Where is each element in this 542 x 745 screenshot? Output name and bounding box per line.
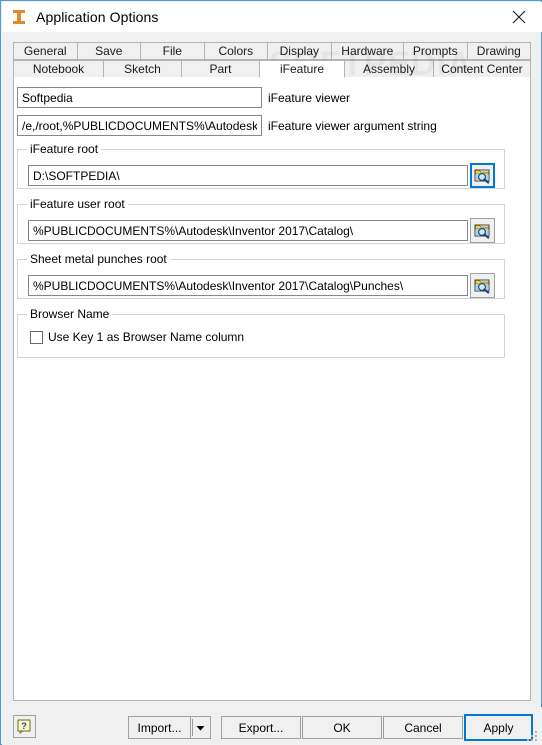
group-ifeature-root: iFeature root [17, 142, 505, 189]
group-ifeature-root-title: iFeature root [27, 142, 102, 156]
tab-label: Notebook [32, 62, 85, 76]
group-ifeature-user-root-title: iFeature user root [27, 197, 128, 211]
ifeature-viewer-argument-string-label: iFeature viewer argument string [268, 119, 437, 133]
svg-text:?: ? [21, 721, 27, 731]
tab-strip: General Save File Colors Display Hardware Prom… [13, 42, 532, 78]
tab-file[interactable]: File [140, 42, 204, 60]
browse-folder-search-icon[interactable] [470, 218, 495, 243]
group-browser-name-title: Browser Name [27, 307, 113, 321]
tab-label: Sketch [124, 62, 161, 76]
ifeature-root-path-input[interactable] [28, 165, 468, 186]
tab-label: Display [279, 44, 319, 58]
tab-colors[interactable]: Colors [203, 42, 268, 60]
tab-label: Hardware [341, 44, 394, 58]
sheet-metal-punches-root-path-input[interactable] [28, 275, 468, 296]
tab-sketch[interactable]: Sketch [103, 60, 181, 78]
ok-button[interactable]: OK [302, 716, 382, 739]
tab-label: Content Center [441, 62, 523, 76]
tab-label: File [162, 44, 182, 58]
tab-label: Assembly [362, 62, 415, 76]
inventor-i-icon [11, 9, 27, 25]
group-sheet-metal-punches-root-title: Sheet metal punches root [27, 252, 170, 266]
tab-row-1: General Save File Colors Display Hardware Prom… [13, 42, 532, 60]
import-button[interactable]: Import... [128, 716, 190, 739]
window-title: Application Options [36, 9, 159, 25]
checkbox-box[interactable] [30, 330, 43, 344]
browse-folder-search-icon[interactable] [470, 163, 495, 188]
help-icon[interactable]: ? [13, 715, 36, 738]
tab-label: iFeature [279, 62, 325, 76]
tab-notebook[interactable]: Notebook [13, 60, 103, 78]
tab-label: General [23, 44, 67, 58]
apply-button[interactable]: Apply [464, 714, 533, 741]
title-bar: Application Options [2, 2, 542, 32]
tab-label: Save [95, 44, 123, 58]
application-options-dialog: Application Options General Save File Color… [0, 0, 542, 745]
tab-part[interactable]: Part [181, 60, 259, 78]
tab-save[interactable]: Save [76, 42, 141, 60]
cancel-button[interactable]: Cancel [383, 716, 463, 739]
dialog-button-bar: ? Import... Export... OK Cancel Apply [2, 707, 542, 745]
ifeature-viewer-input[interactable] [17, 87, 262, 108]
tab-row-2: Notebook Sketch Part iFeature Assembly Conten… [13, 60, 531, 78]
group-sheet-metal-punches-root: Sheet metal punches root [17, 252, 505, 299]
export-button[interactable]: Export... [221, 716, 301, 739]
tab-label: Drawing [476, 44, 521, 58]
tab-ifeature[interactable]: iFeature [259, 60, 345, 78]
checkbox-label: Use Key 1 as Browser Name column [48, 330, 245, 344]
tab-content-center[interactable]: Content Center [433, 60, 531, 78]
tab-label: Part [209, 62, 232, 76]
tab-display[interactable]: Display [267, 42, 331, 60]
tab-label: Colors [218, 44, 254, 58]
close-icon[interactable] [496, 2, 542, 32]
tab-drawing[interactable]: Drawing [466, 42, 532, 60]
tab-general[interactable]: General [13, 42, 77, 60]
group-browser-name: Browser Name Use Key 1 as Browser Name c… [17, 307, 505, 358]
tab-assembly[interactable]: Assembly [345, 60, 433, 78]
group-ifeature-user-root: iFeature user root [17, 197, 505, 244]
tab-prompts[interactable]: Prompts [403, 42, 467, 60]
ifeature-user-root-path-input[interactable] [28, 220, 468, 241]
browse-folder-search-icon[interactable] [470, 273, 495, 298]
use-key-1-as-browser-name-column-checkbox[interactable]: Use Key 1 as Browser Name column [30, 330, 244, 344]
tab-label: Prompts [412, 44, 458, 58]
ifeature-viewer-label: iFeature viewer [268, 91, 351, 105]
tab-hardware[interactable]: Hardware [330, 42, 404, 60]
chevron-down-icon[interactable] [190, 716, 211, 739]
ifeature-viewer-argument-string-input[interactable] [17, 115, 262, 136]
resize-grip[interactable] [527, 731, 539, 743]
